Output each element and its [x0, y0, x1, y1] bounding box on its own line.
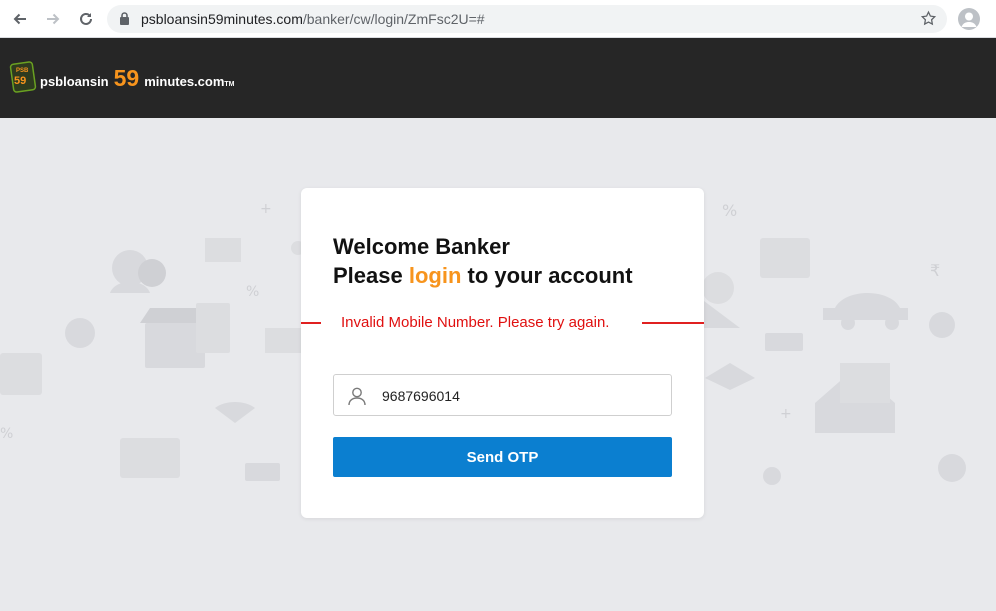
error-message: Invalid Mobile Number. Please try again. — [341, 314, 610, 331]
logo-badge-top: PSB — [16, 68, 29, 74]
site-logo[interactable]: PSB 59 psbloansin 59 minutes.com TM — [9, 58, 235, 98]
logo-suffix: minutes.com — [144, 73, 225, 89]
back-icon[interactable] — [9, 8, 31, 30]
star-icon[interactable] — [920, 10, 937, 32]
browser-toolbar: psbloansin59minutes.com/banker/cw/login/… — [0, 0, 996, 38]
welcome-heading: Welcome Banker Please login to your acco… — [333, 232, 633, 290]
mobile-number-value[interactable]: 9687696014 — [382, 388, 460, 404]
profile-icon[interactable] — [958, 8, 980, 30]
logo-badge-num: 59 — [14, 75, 26, 87]
svg-text:+: + — [780, 406, 792, 422]
svg-text:₹: ₹ — [930, 261, 940, 280]
logo-number: 59 — [113, 64, 140, 91]
address-bar[interactable]: psbloansin59minutes.com/banker/cw/login/… — [107, 5, 947, 33]
url-text: psbloansin59minutes.com/banker/cw/login/… — [141, 11, 485, 27]
svg-text:%: % — [246, 284, 259, 300]
logo-wordmark: psbloansin 59 minutes.com TM — [40, 65, 235, 92]
logo-prefix: psbloansin — [40, 73, 109, 89]
error-divider-left — [301, 322, 321, 324]
send-otp-button[interactable]: Send OTP — [333, 437, 672, 477]
please-text: Please — [333, 263, 403, 288]
site-header: PSB 59 psbloansin 59 minutes.com TM — [0, 38, 996, 118]
svg-text:+: + — [260, 201, 272, 217]
user-icon — [347, 386, 367, 411]
url-path: /banker/cw/login/ZmFsc2U=# — [302, 11, 485, 27]
welcome-line: Welcome Banker — [333, 234, 510, 259]
error-divider-right — [642, 322, 704, 324]
mobile-number-field[interactable]: 9687696014 — [333, 374, 672, 416]
lock-icon[interactable] — [119, 12, 130, 30]
svg-text:%: % — [0, 426, 13, 442]
account-text: to your account — [467, 263, 633, 288]
forward-icon[interactable] — [42, 8, 64, 30]
logo-badge-icon: PSB 59 — [9, 61, 37, 95]
logo-trademark: TM — [224, 80, 235, 88]
svg-text:%: % — [722, 201, 737, 220]
reload-icon[interactable] — [75, 8, 97, 30]
login-word: login — [408, 263, 462, 288]
url-host: psbloansin59minutes.com — [141, 11, 303, 27]
error-message-row: Invalid Mobile Number. Please try again. — [301, 313, 704, 333]
please-login-line: Please login to your account — [333, 261, 633, 290]
login-card: Welcome Banker Please login to your acco… — [301, 188, 704, 518]
